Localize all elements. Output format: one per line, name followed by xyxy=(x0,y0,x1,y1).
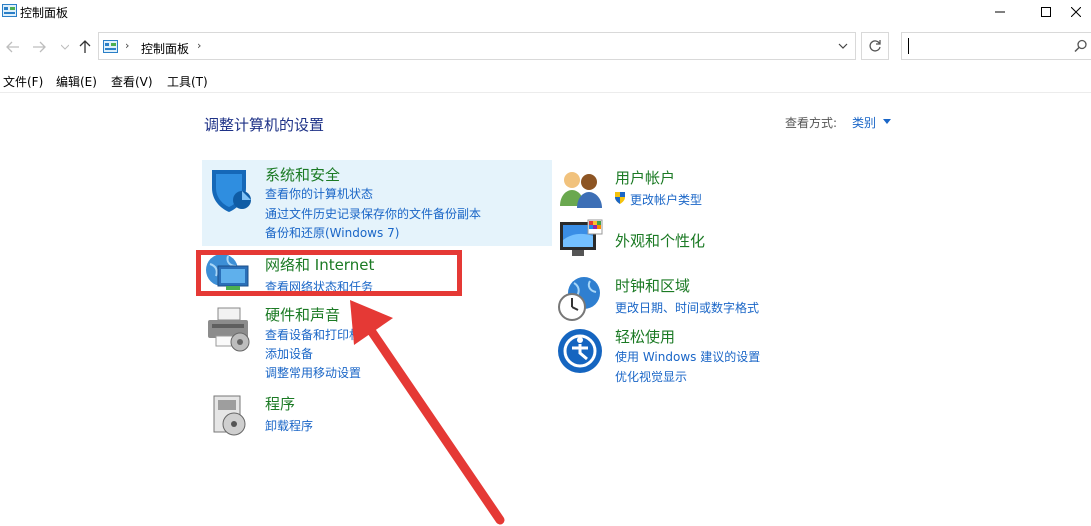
annotation-arrow-icon xyxy=(350,300,505,525)
